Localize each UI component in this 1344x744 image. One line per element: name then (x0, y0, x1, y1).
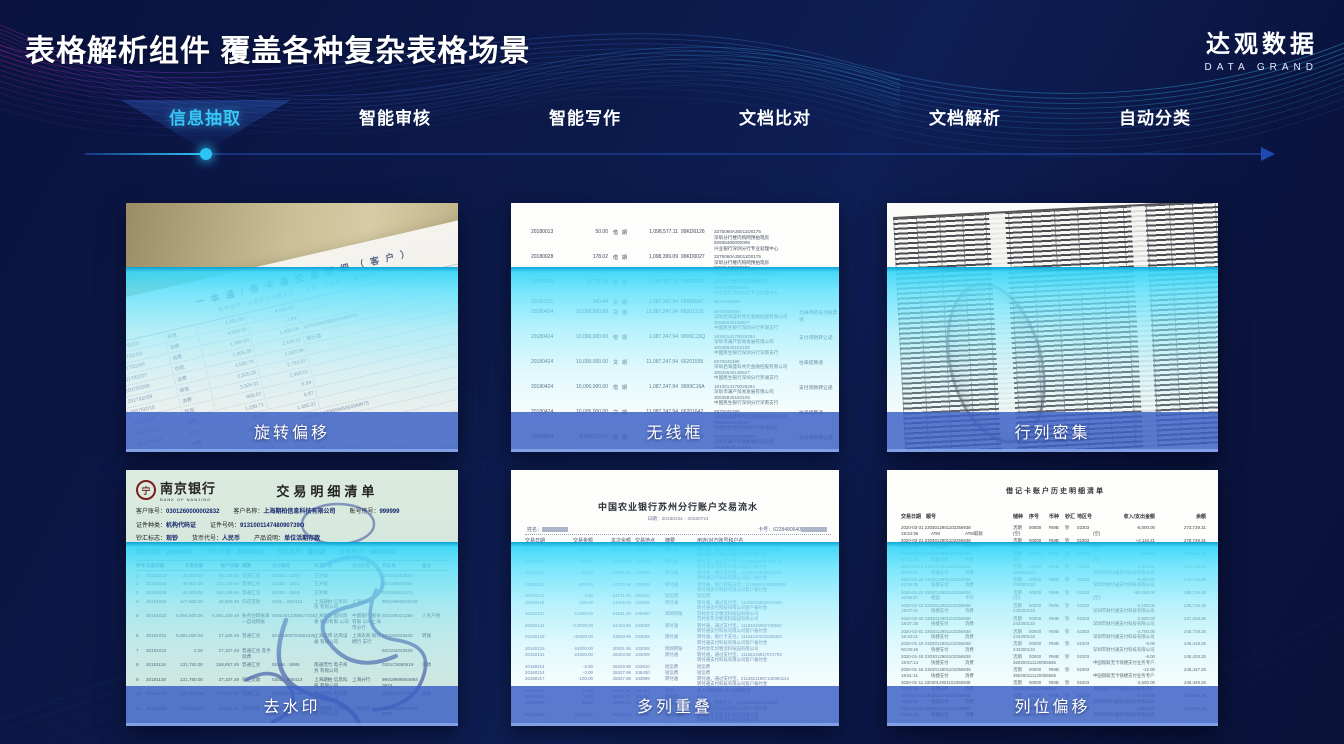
table-row: 8 20191118 131,750.00 158,857.49 普通汇兑 55… (136, 661, 448, 675)
bank-name-cn: 南京银行 (160, 478, 216, 497)
slide: 表格解析组件 覆盖各种复杂表格场景 达观数据 DATA GRAND 信息抽取 智… (0, 0, 1344, 744)
table-row: 20160113 -2.00 24731.96 103610 短信费 短信费 (525, 593, 831, 598)
doc-date-range: 日期：20160101 - 20160721 (525, 515, 831, 522)
scene-card-watermark-removal: 宁 南京银行 BANK OF NANJING 交易明细清单 客户账号：03012… (126, 470, 458, 726)
table-row: 20160124 +13000.00 24433.96 103008 转付通 转… (525, 623, 831, 634)
redaction-block (801, 527, 827, 532)
table-row: 4 20191020 127,500.00 26,609.49 归还贷款 030… (136, 597, 448, 611)
bank-logo-icon: 宁 (136, 480, 156, 500)
scene-card-column-shift: 借记卡账户历史明细清单 交易日期 顺号 储种 序号 币种 钞汇 地区号 收入/支… (887, 470, 1218, 726)
table-row: 5 20191022 5,064,500.00 5,091,109.49 账务往… (136, 612, 448, 632)
tab-progress-line (85, 148, 1275, 162)
table-row: 20180424 10,000,000.00 贷 期 11,087,247.94… (531, 359, 839, 381)
table-header-row: 交易日期 交易金额 本次余额 交易地点 摘要 用途/对方账号和户名 (525, 535, 831, 546)
tab-info-extraction[interactable]: 信息抽取 (110, 104, 300, 129)
field-row: 钞汇标志：现钞货币代号：人民币产品说明：单位活期存款 (136, 533, 448, 542)
table-row: 20160122 -14000.00 24631.96 100000 跨网转账 … (525, 611, 831, 622)
table-header-row: 序号 交易日期 交易金额 账户余额 摘要 对方账号 对方户名 对方行名 凭证号 … (136, 560, 448, 571)
card-label-borderless: 无线框 (511, 412, 839, 452)
table-row: 1 20191018 45,000.00 69,109.49 普通汇兑 6222… (136, 571, 448, 580)
progress-line-base (85, 153, 1261, 155)
tab-intelligent-review[interactable]: 智能审核 (300, 104, 490, 129)
table-row: 2020-03-21 2303012901102256938 活期 00000 … (901, 551, 1210, 562)
scene-card-dense-grid: 行列密集 (887, 203, 1218, 452)
bank-logo: 宁 南京银行 BANK OF NANJING (136, 478, 276, 502)
logo-cn-text: 达观数据 (1204, 24, 1318, 59)
tab-auto-classification[interactable]: 自动分类 (1060, 104, 1250, 129)
logo-en-text: DATA GRAND (1204, 62, 1318, 73)
table-row: 2020-02-20 2303012901102256938 活期 00000 … (901, 590, 1210, 601)
table-row: 20180013 50.00 借 期 1,098,577.11 99KD0126… (531, 229, 839, 251)
table-row: 2020-02-26 2303012901102256938 活期 00000 … (901, 577, 1210, 588)
table-row: 2020-02-01 2303012901102256938 活期 00000 … (901, 629, 1210, 640)
scene-card-column-overlap: 中国农业银行苏州分行账户交易流水 日期：20160101 - 20160721 … (511, 470, 839, 726)
tab-bar: 信息抽取 智能审核 智能写作 文档比对 文档解析 自动分类 (110, 104, 1250, 129)
table-row: 2020-03-21 2303012901102256938 活期 00000 … (901, 538, 1210, 549)
active-tab-dot (200, 148, 212, 160)
scene-card-rotation-offset: 一 本 通 / 借 卡 通 交 易 明 细 （ 客 户 ） 账号标识：人民币汇卡… (126, 203, 458, 452)
card-label-column-overlap: 多列重叠 (511, 686, 839, 726)
table-row: 3 20191018 40,000.00 154,109.49 普通汇兑 622… (136, 588, 448, 597)
table-row: 20180424 10,000,000.00 借 期 1,087,247.94 … (531, 334, 839, 356)
statement-title: 交易明细清单 (276, 481, 448, 500)
doc-title: 中国农业银行苏州分行账户交易流水 (525, 500, 831, 513)
table-row: 2020-01-16 2303012901102256938 活期 00000 … (901, 667, 1210, 678)
table-row: 20160113 -600.00 24733.96 103999 转付通 转付通… (525, 582, 831, 593)
table-row: 20160113 -55.00 25825.56 103999 转付通 转付通，… (525, 570, 831, 581)
table-row: 20160119 -100.00 24705.04 103999 转付通 转付通… (525, 600, 831, 611)
doc-meta-row: 姓名： 卡号：6228480640 (525, 524, 831, 535)
field-row: 起始日期：20191001终止日期：20191231交易机构：营业部交易柜员：9… (136, 547, 448, 556)
field-row: 客户账号：0301260000002832客户名称：上海期柏信息科技有限公司账号… (136, 506, 448, 515)
table-row: 20160121 -200.00 20763.56 103999 转付通 转付通… (525, 547, 831, 558)
table-row: 2020-03-12 2303012901102256938 活期 00000 … (901, 564, 1210, 575)
table-row: 20160214 -2.00 28427.96 105430 短信费 短信费 (525, 670, 831, 675)
table-row: 20180424 10,000,000.00 贷 期 11,087,247.94… (531, 309, 839, 331)
tab-intelligent-writing[interactable]: 智能写作 (490, 104, 680, 129)
table-row: 20160125 -42000.00 23803.96 103008 转付通 转… (525, 634, 831, 645)
card-label-column-shift: 列位偏移 (887, 686, 1218, 726)
table-row: 2020-01-19 2303012901102256938 活期 00000 … (901, 641, 1210, 652)
redaction-block (542, 527, 568, 532)
table-row: 20180028 11,711.39 借 期 1,086,687.70 99KD… (531, 279, 839, 296)
table-row: 2020-01-18 2303012901102256938 活期 00000 … (901, 654, 1210, 665)
table-row: 6 20191022 5,064,000.00 27,109.49 普通汇兑 5… (136, 632, 448, 646)
table-row: 2 20191018 45,000.00 114,109.49 普通汇兑 622… (136, 580, 448, 589)
table-row: 20160131 -24000.00 28403.96 103008 转付通 转… (525, 652, 831, 663)
card-label-watermark-removal: 去水印 (126, 686, 458, 726)
table-row: 20180424 10,000,000.00 借 期 1,087,247.94 … (531, 384, 839, 406)
field-row: 证件种类：机构代码证证件号码：913100114748090739O (136, 520, 448, 529)
table-header-row: 交易日期 顺号 储种 序号 币种 钞汇 地区号 收入/支出金额 余额 (901, 513, 1210, 523)
tab-document-parsing[interactable]: 文档解析 (870, 104, 1060, 129)
arrow-right-icon (1261, 147, 1275, 161)
scene-card-borderless: 20180013 50.00 借 期 1,098,577.11 99KD0126… (511, 203, 839, 452)
table-row: 2020-02-02 2303012901102256938 活期 00000 … (901, 616, 1210, 627)
card-label-rotation-offset: 旋转偏移 (126, 412, 458, 452)
table-row: 7 20191022 2.00 27,107.49 普通汇兑 及手续费 6001… (136, 646, 448, 660)
page-title: 表格解析组件 覆盖各种复杂表格场景 (25, 26, 530, 70)
bank-name-en: BANK OF NANJING (160, 497, 216, 502)
statement-fields: 客户账号：0301260000002832客户名称：上海期柏信息科技有限公司账号… (136, 506, 448, 556)
table-row: 20160125 -24000.00 30931.96 103008 跨网转账 … (525, 646, 831, 651)
card-label-dense: 行列密集 (887, 412, 1218, 452)
table-row: 20160214 -2.00 28429.96 103610 短信费 短信费 (525, 664, 831, 669)
doc-title: 借记卡账户历史明细清单 (901, 486, 1210, 496)
table-row: 2020-03-31 2303012901102256938 活期 00000 … (901, 525, 1210, 536)
datagrand-logo: 达观数据 DATA GRAND (1204, 24, 1318, 73)
progress-line-active-segment (85, 153, 201, 155)
table-row: 20180321 560.44 贷 期 1,087,247.94 6666004… (531, 299, 839, 306)
tab-document-compare[interactable]: 文档比对 (680, 104, 870, 129)
table-row: 20180028 178.02 借 期 1,098,399.09 99KD002… (531, 254, 839, 276)
table-row: 2020-02-15 2303012901102256938 活期 00000 … (901, 603, 1210, 614)
table-row: 20160112 -205.00 20558.56 103999 转付通 转付通… (525, 559, 831, 570)
statement-header: 宁 南京银行 BANK OF NANJING 交易明细清单 (136, 478, 448, 502)
